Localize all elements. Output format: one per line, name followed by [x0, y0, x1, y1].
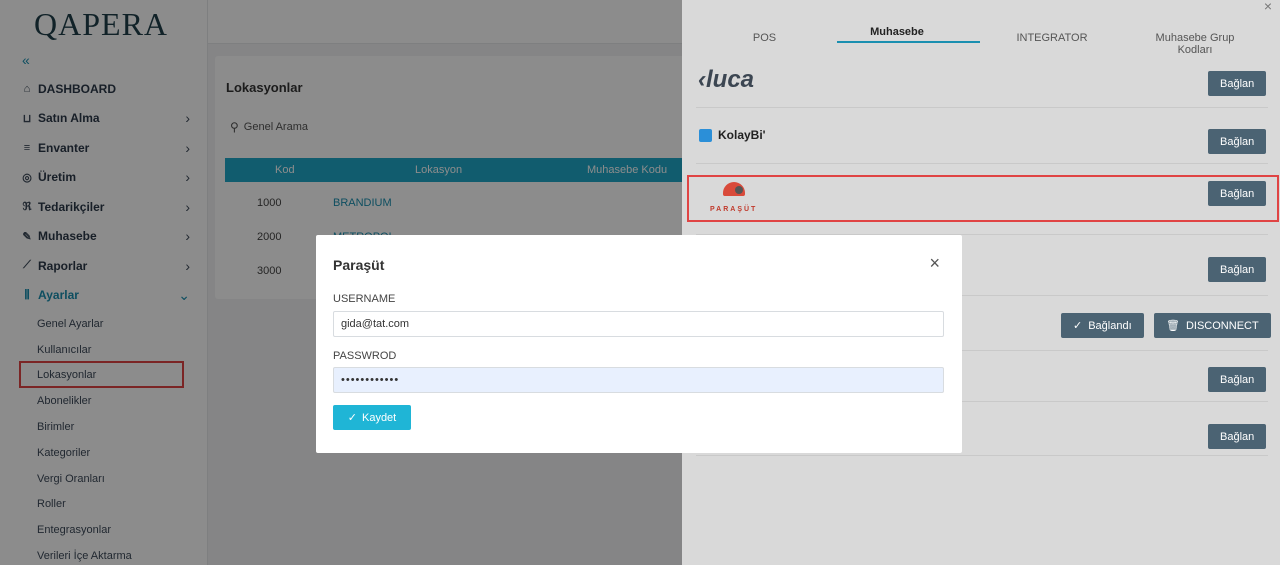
active-tab-indicator	[837, 41, 980, 43]
integration-connect-button[interactable]: Bağlan	[1208, 424, 1267, 449]
drawer-tabs: POS Muhasebe INTEGRATOR Muhasebe Grup Ko…	[682, 24, 1280, 56]
luca-arrow-icon: ‹	[698, 66, 706, 93]
row-divider	[696, 163, 1268, 164]
drawer-close-icon[interactable]: ×	[1264, 0, 1272, 14]
password-label: PASSWROD	[333, 350, 397, 362]
kolaybi-logo: KolayBi'	[699, 128, 766, 142]
tab-muhasebe[interactable]: Muhasebe	[862, 26, 932, 38]
password-field[interactable]: ••••••••••••	[333, 367, 944, 393]
check-icon: ✓	[347, 412, 357, 424]
disconnect-button[interactable]: 🗑 DISCONNECT	[1154, 313, 1271, 338]
save-label: Kaydet	[361, 411, 397, 424]
kolaybi-connect-button[interactable]: Bağlan	[1208, 129, 1267, 154]
integration-connect-button[interactable]: Bağlan	[1208, 367, 1267, 392]
parasut-login-modal: Paraşüt × USERNAME gida@tat.com PASSWROD…	[316, 235, 962, 453]
tab-pos[interactable]: POS	[742, 32, 787, 44]
row-divider	[696, 455, 1268, 456]
modal-title: Paraşüt	[333, 257, 385, 273]
check-icon: ✓	[1073, 320, 1083, 332]
kolaybi-mark-icon	[699, 128, 712, 142]
tab-muhasebe-grup-kodlari[interactable]: Muhasebe Grup Kodları	[1145, 32, 1245, 56]
close-icon[interactable]: ×	[929, 253, 940, 274]
trash-icon: 🗑	[1166, 320, 1180, 332]
tab-integrator[interactable]: INTEGRATOR	[1008, 32, 1096, 44]
integration-connect-button[interactable]: Bağlan	[1208, 257, 1267, 282]
save-button[interactable]: ✓ Kaydet	[333, 405, 411, 430]
highlight-box	[687, 175, 1279, 222]
luca-connect-button[interactable]: Bağlan	[1208, 71, 1267, 96]
row-divider	[696, 107, 1268, 108]
username-label: USERNAME	[333, 293, 396, 305]
username-field[interactable]: gida@tat.com	[333, 311, 944, 337]
luca-logo: ‹luca	[698, 66, 755, 93]
connected-button[interactable]: ✓ Bağlandı	[1061, 313, 1144, 338]
